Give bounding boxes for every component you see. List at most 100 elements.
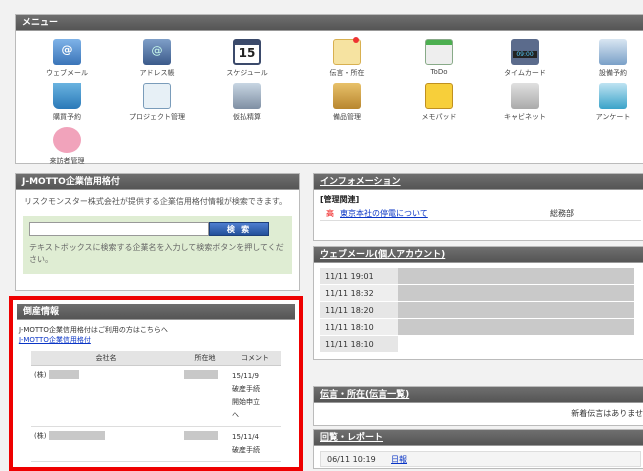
timecard-icon [511,39,539,65]
payment-icon [233,83,261,109]
search-hint: テキストボックスに検索する企業名を入力して検索ボタンを押してください。 [29,243,284,264]
menu-item-label: メモパッド [421,113,457,121]
comment-line: 破産手続 [232,445,260,454]
redacted-subject [398,302,634,318]
menu-item-label: 購買予約 [53,113,81,121]
menu-item-label: ウェブメール [46,69,88,77]
information-item: 高 東京本社の停電について 総務部 [320,207,641,221]
company-search-input[interactable] [29,222,209,236]
menu-item-timecard[interactable]: タイムカード [494,39,556,78]
search-button[interactable]: 検 索 [209,222,269,236]
menu-item-goods[interactable]: 備品管理 [316,83,378,122]
menu-item-address-book[interactable]: アドレス帳 [126,39,188,78]
menu-item-label: 設備予約 [599,69,627,77]
menu-item-memo[interactable]: 伝言・所在 [316,37,378,78]
menu-item-equipment[interactable]: 設備予約 [582,39,643,78]
menu-item-schedule[interactable]: スケジュール [216,39,278,78]
credit-panel: J-MOTTO企業信用格付 リスクモンスター株式会社が提供する企業信用格付情報が… [15,173,300,291]
webmail-title[interactable]: ウェブメール(個人アカウント) [314,247,643,263]
circular-link[interactable]: 日報 [391,454,407,465]
redacted-company [48,370,79,379]
calendar-icon [233,39,261,65]
redacted-company [48,431,105,440]
mail-list: 11/11 19:01 11/11 18:32 11/11 18:20 11/1… [320,268,641,353]
menu-item-payment[interactable]: 仮払精算 [216,83,278,122]
circular-title[interactable]: 回覧・レポート [314,430,643,446]
redacted-subject [398,319,634,335]
mail-time: 11/11 18:32 [320,285,398,301]
department: 総務部 [550,209,574,218]
menu-panel: メニュー ウェブメール アドレス帳 スケジュール 伝言・所在 ToDo タイムカ… [15,14,643,165]
company-prefix: (株) [34,370,47,379]
menu-item-label: 来訪者管理 [49,157,85,165]
webmail-panel: ウェブメール(個人アカウント) 11/11 19:01 11/11 18:32 … [313,246,643,360]
menu-item-label: タイムカード [504,69,546,77]
redacted-subject [398,285,634,301]
equipment-icon [599,39,627,65]
mail-row[interactable]: 11/11 18:10 [320,319,641,336]
table-row: (株) 15/11/4 破産手続 [31,426,281,462]
column-header: 所在地 [181,351,229,366]
comment-line: 開始申立 [232,397,260,406]
information-link[interactable]: 東京本社の停電について [340,208,520,219]
mail-row[interactable]: 11/11 18:20 [320,302,641,319]
table-row: (株) 15/11/9 破産手続 開始申立 へ [31,365,281,427]
menu-grid: ウェブメール アドレス帳 スケジュール 伝言・所在 ToDo タイムカード 設備… [16,31,643,165]
menu-item-webmail[interactable]: ウェブメール [36,39,98,78]
information-title[interactable]: インフォメーション [314,174,643,190]
message-panel: 伝言・所在(伝言一覧) 新着伝言はありませ [313,386,643,426]
priority-badge: 高 [326,209,334,218]
mail-row[interactable]: 11/11 18:10 [320,336,641,353]
cabinet-icon [511,83,539,109]
redacted-location [184,369,218,379]
menu-item-purchase[interactable]: 購買予約 [36,83,98,122]
bankruptcy-panel: 倒産情報 J-MOTTO企業信用格付はご利用の方はこちらへ J-MOTTO企業信… [9,296,303,471]
bankruptcy-table: 会社名 所在地 コメント (株) 15/11/9 破産手続 開始申立 へ (株)… [31,351,281,462]
column-header: コメント [229,351,281,366]
goods-icon [333,83,361,109]
menu-item-label: キャビネット [504,113,546,121]
menu-item-label: 伝言・所在 [329,69,365,77]
message-title[interactable]: 伝言・所在(伝言一覧) [314,387,643,403]
cart-icon [53,83,81,109]
mail-row[interactable]: 11/11 19:01 [320,268,641,285]
menu-item-label: スケジュール [226,69,268,77]
menu-item-project[interactable]: プロジェクト管理 [126,83,188,122]
survey-icon [599,83,627,109]
circular-row: 06/11 10:19 日報 [320,451,641,467]
project-icon [143,83,171,109]
information-category: [管理関連] [320,195,360,204]
bankruptcy-title: 倒産情報 [17,304,295,320]
menu-item-notepad[interactable]: メモパッド [408,83,470,122]
menu-item-survey[interactable]: アンケート [582,83,643,122]
mail-time: 11/11 18:20 [320,302,398,318]
menu-item-label: アドレス帳 [139,69,175,77]
information-panel: インフォメーション [管理関連] 高 東京本社の停電について 総務部 [313,173,643,241]
circular-panel: 回覧・レポート 06/11 10:19 日報 [313,429,643,469]
menu-item-label: プロジェクト管理 [129,113,185,121]
visitor-icon [53,127,81,153]
menu-item-label: 備品管理 [333,113,361,121]
credit-search-box: 検 索 テキストボックスに検索する企業名を入力して検索ボタンを押してください。 [23,216,292,274]
menu-item-cabinet[interactable]: キャビネット [494,83,556,122]
redacted-location [184,430,218,440]
redacted-subject [398,336,634,352]
credit-title: J-MOTTO企業信用格付 [16,174,299,190]
credit-rating-link[interactable]: J-MOTTO企業信用格付 [19,336,91,344]
message-empty-text: 新着伝言はありませ [571,409,643,418]
bankruptcy-notice: J-MOTTO企業信用格付はご利用の方はこちらへ [19,326,168,334]
comment-line: 破産手続 [232,384,260,393]
menu-item-visitor[interactable]: 来訪者管理 [36,127,98,166]
comment-line: 15/11/4 [232,432,259,441]
column-header: 会社名 [31,351,181,366]
todo-icon [425,39,453,65]
mail-time: 11/11 18:10 [320,319,398,335]
menu-item-label: 仮払精算 [233,113,261,121]
address-book-icon [143,39,171,65]
mail-row[interactable]: 11/11 18:32 [320,285,641,302]
menu-item-label: ToDo [430,68,448,76]
comment-line: へ [232,410,239,419]
credit-description: リスクモンスター株式会社が提供する企業信用格付情報が検索できます。 [24,197,288,206]
menu-item-todo[interactable]: ToDo [408,39,470,76]
comment-line: 15/11/9 [232,371,259,380]
